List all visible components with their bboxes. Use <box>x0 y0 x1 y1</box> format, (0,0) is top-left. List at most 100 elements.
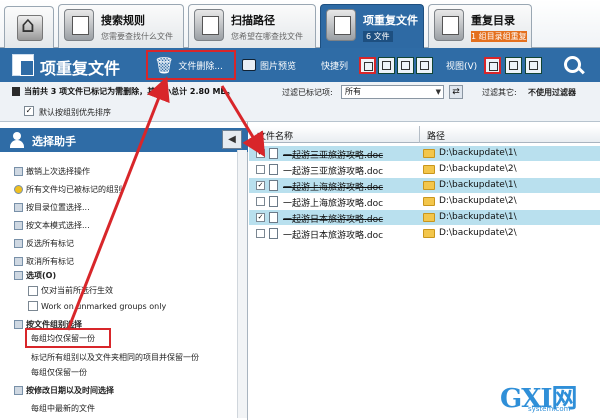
group-icon <box>14 320 23 329</box>
file-name: 一起游日本旅游攻略.doc <box>283 231 384 241</box>
image-icon <box>242 59 256 71</box>
status-bar: 当前共 3 项文件已标记为需删除，其大小总计 2.80 MB。 过滤已标记项: … <box>0 82 600 122</box>
invert-icon <box>14 239 23 248</box>
file-name: 一起游三亚旅游攻略.doc <box>283 151 384 161</box>
newest-per-group-item[interactable]: 每组中最新的文件 <box>31 403 95 414</box>
column-image-icon[interactable] <box>397 57 414 74</box>
table-row[interactable]: 一起游上海旅游攻略.doc D:\backupdate\2\ <box>249 194 600 209</box>
helper-scrollbar[interactable] <box>237 150 247 418</box>
clear-marks-item[interactable]: 取消所有标记 <box>14 256 74 267</box>
keep-one-each-label: 每组仅保留一份 <box>31 368 87 377</box>
quick-columns-button[interactable]: 快捷列 <box>321 48 348 82</box>
all-marked-groups-item[interactable]: 所有文件均已被标记的组别 <box>14 184 122 195</box>
unmarked-groups-only-checkbox[interactable] <box>28 301 38 311</box>
scan-path-icon <box>194 9 224 41</box>
row-checkbox[interactable]: ✓ <box>256 213 265 222</box>
view-list-icon[interactable] <box>505 57 522 74</box>
file-path: D:\backupdate\1\ <box>439 180 517 190</box>
filter-marked-value: 所有 <box>345 87 361 96</box>
options-label: 选项(O) <box>26 271 57 280</box>
select-by-folder-item[interactable]: 按目录位置选择... <box>14 202 90 213</box>
current-rows-only-checkbox[interactable] <box>28 285 38 296</box>
view-menu-button[interactable]: 视图(V) <box>446 48 477 82</box>
tab-duplicate-folders[interactable]: 重复目录 1 组目录组重复 <box>428 4 532 48</box>
unmarked-groups-only-label: Work on unmarked groups only <box>41 301 167 311</box>
column-grid-icon[interactable] <box>359 57 376 74</box>
file-delete-label: 文件删除... <box>178 61 223 72</box>
toolbar: 项重复文件 🗑 文件删除... 图片预览 快捷列 视图(V) <box>0 48 600 82</box>
row-checkbox[interactable] <box>256 229 265 238</box>
search-rules-icon <box>64 9 94 41</box>
select-by-text-item[interactable]: 按文本模式选择... <box>14 220 90 231</box>
group-priority-checkbox[interactable]: ✓ <box>24 106 34 116</box>
folder-icon <box>423 197 435 206</box>
view-details-icon[interactable] <box>484 57 501 74</box>
home-icon <box>17 13 43 41</box>
row-checkbox[interactable]: ✓ <box>256 149 265 158</box>
options-icon <box>14 271 23 280</box>
tab-duplicate-files[interactable]: 项重复文件 6 文件 <box>320 4 424 49</box>
file-name: 一起游上海旅游攻略.doc <box>283 183 384 193</box>
options-section[interactable]: 选项(O) <box>14 270 56 281</box>
folder-icon <box>423 165 435 174</box>
table-row[interactable]: 一起游三亚旅游攻略.doc D:\backupdate\2\ <box>249 162 600 177</box>
row-checkbox[interactable] <box>256 197 265 206</box>
document-icon <box>269 212 278 223</box>
document-icon <box>269 180 278 191</box>
undo-icon <box>14 167 23 176</box>
table-row[interactable]: ✓ 一起游日本旅游攻略.doc D:\backupdate\1\ <box>249 210 600 225</box>
collapse-panel-button[interactable]: ◀ <box>222 130 242 149</box>
current-rows-only-option[interactable]: 仅对当前所选行生效 <box>28 285 113 296</box>
tab-search-rules[interactable]: 搜索规则 您需要查找什么文件 <box>58 4 184 48</box>
invert-marks-label: 反选所有标记 <box>26 239 74 248</box>
newest-per-group-label: 每组中最新的文件 <box>31 404 95 413</box>
keep-one-per-group-item[interactable]: 每组均仅保留一份 <box>31 333 95 344</box>
tab-bar: 搜索规则 您需要查找什么文件 扫描路径 您希望在哪查找文件 项重复文件 6 文件… <box>0 0 600 49</box>
document-icon <box>269 148 278 159</box>
flag-icon <box>12 87 20 96</box>
search-icon[interactable] <box>560 53 586 79</box>
column-music-icon[interactable] <box>416 57 433 74</box>
duplicate-file-grid: 文件名称 路径 ✓ 一起游三亚旅游攻略.doc D:\backupdate\1\… <box>249 122 600 420</box>
column-divider[interactable] <box>419 126 420 143</box>
folder-icon <box>423 213 435 222</box>
row-checkbox[interactable]: ✓ <box>256 181 265 190</box>
grid-header: 文件名称 路径 <box>249 126 600 143</box>
image-preview-button[interactable]: 图片预览 <box>242 48 296 82</box>
undo-selection-item[interactable]: 撤销上次选择操作 <box>14 166 90 177</box>
select-by-text-label: 按文本模式选择... <box>26 221 90 230</box>
column-header-name[interactable]: 文件名称 <box>257 129 293 142</box>
invert-marks-item[interactable]: 反选所有标记 <box>14 238 74 249</box>
row-checkbox[interactable] <box>256 165 265 174</box>
filter-marked-select[interactable]: 所有 ▼ <box>341 85 444 99</box>
trash-icon: 🗑 <box>154 55 175 75</box>
keep-one-each-item[interactable]: 每组仅保留一份 <box>31 367 87 378</box>
tab-scan-path[interactable]: 扫描路径 您希望在哪查找文件 <box>188 4 316 48</box>
select-by-date-section: 按修改日期以及时间选择 <box>14 385 114 396</box>
column-header-path[interactable]: 路径 <box>427 129 445 142</box>
table-row[interactable]: ✓ 一起游上海旅游攻略.doc D:\backupdate\1\ <box>249 178 600 193</box>
file-path: D:\backupdate\1\ <box>439 212 517 222</box>
tab-home[interactable] <box>4 6 54 48</box>
quick-columns-label: 快捷列 <box>321 61 349 72</box>
view-thumbnails-icon[interactable] <box>525 57 542 74</box>
tab-duplicate-files-count: 6 文件 <box>363 31 393 42</box>
duplicate-files-icon <box>326 9 356 41</box>
table-row[interactable]: ✓ 一起游三亚旅游攻略.doc D:\backupdate\1\ <box>249 146 600 161</box>
tab-duplicate-folders-title: 重复目录 <box>471 14 515 27</box>
user-icon <box>10 132 24 148</box>
folder-select-icon <box>14 203 23 212</box>
refresh-icon[interactable]: ⇄ <box>449 85 463 99</box>
file-delete-button[interactable]: 🗑 文件删除... <box>146 50 236 80</box>
mark-all-same-folder-item[interactable]: 标记所有组别以及文件夹相同的项目并保留一份 <box>31 352 199 363</box>
select-by-date-label: 按修改日期以及时间选择 <box>26 386 114 395</box>
warning-icon <box>14 185 23 194</box>
table-row[interactable]: 一起游日本旅游攻略.doc D:\backupdate\2\ <box>249 226 600 241</box>
tab-scan-path-subtitle: 您希望在哪查找文件 <box>231 32 303 41</box>
undo-selection-label: 撤销上次选择操作 <box>26 167 90 176</box>
column-window-icon[interactable] <box>378 57 395 74</box>
unmarked-groups-only-option[interactable]: Work on unmarked groups only <box>28 301 166 311</box>
toolbar-title: 项重复文件 <box>40 59 121 78</box>
filter-other-value[interactable]: 不使用过滤器 <box>528 87 576 98</box>
calendar-icon <box>14 386 23 395</box>
